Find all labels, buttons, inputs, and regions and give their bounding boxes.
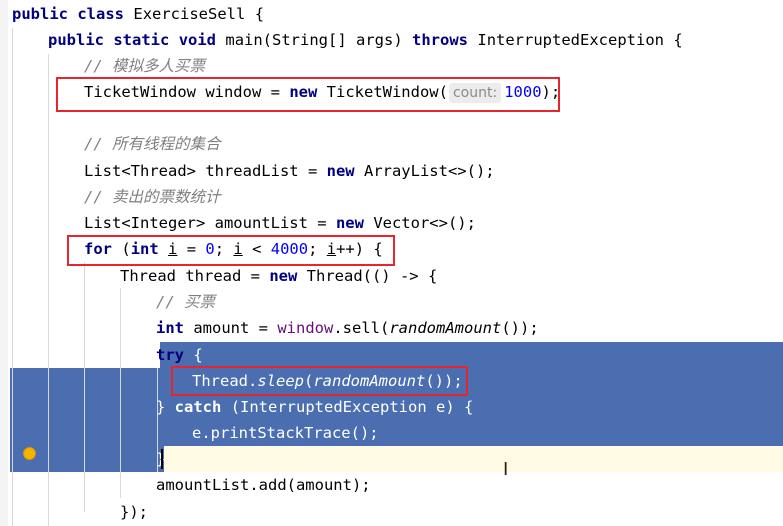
code-line[interactable]: }); — [120, 499, 148, 525]
code-comment: // 卖出的票数统计 — [84, 188, 221, 206]
code-text: }); — [120, 503, 148, 521]
keyword: catch — [174, 398, 222, 416]
indent-guide — [120, 288, 121, 498]
keyword: new — [335, 214, 364, 232]
keyword: public — [48, 31, 104, 49]
code-text: ArrayList<>(); — [363, 162, 495, 180]
keyword: int — [156, 319, 184, 337]
code-text: Thread thread = — [120, 267, 270, 285]
code-line[interactable]: int amount = window.sell(randomAmount())… — [156, 315, 539, 341]
keyword: try — [156, 346, 184, 364]
code-line[interactable]: } catch (InterruptedException e) { — [156, 394, 473, 420]
code-line[interactable]: public class ExerciseSell { — [12, 1, 264, 27]
selection-block-partial — [160, 342, 783, 368]
code-line[interactable]: // 卖出的票数统计 — [84, 184, 221, 210]
text-cursor-icon: I — [503, 459, 509, 480]
code-line[interactable]: public static void main(String[] args) t… — [48, 27, 683, 53]
field-reference: window — [277, 319, 334, 337]
code-text: main(String[] args) — [225, 31, 403, 49]
code-text: Vector<>(); — [373, 214, 476, 232]
code-text: e.printStackTrace(); — [192, 424, 379, 442]
code-comment: // 买票 — [156, 293, 215, 311]
indent-guide — [84, 262, 85, 512]
indent-guide — [48, 54, 49, 526]
keyword: public — [12, 5, 68, 23]
code-text: { — [193, 346, 203, 364]
code-line[interactable]: List<Thread> threadList = new ArrayList<… — [84, 158, 495, 184]
keyword: new — [269, 267, 298, 285]
code-text: List<Integer> amountList = — [84, 214, 336, 232]
code-comment: // 模拟多人买票 — [84, 57, 205, 75]
breakpoint-icon[interactable] — [23, 447, 36, 460]
keyword: class — [77, 5, 125, 23]
highlight-box — [67, 235, 395, 266]
code-line[interactable]: // 买票 — [156, 289, 215, 315]
highlight-box — [171, 366, 468, 396]
code-line[interactable]: Thread thread = new Thread(() -> { — [120, 263, 437, 289]
code-line[interactable]: try { — [156, 342, 203, 368]
code-text: .sell( — [333, 319, 390, 337]
code-text: List<Thread> threadList = — [84, 162, 327, 180]
code-line[interactable]: amountList.add(amount); — [156, 472, 371, 498]
keyword: void — [178, 31, 217, 49]
code-text: ()); — [501, 319, 539, 337]
keyword: throws — [412, 31, 469, 49]
code-text: (InterruptedException e) { — [230, 398, 474, 416]
text-caret — [161, 449, 163, 469]
code-text: InterruptedException { — [477, 31, 683, 49]
current-line-highlight — [164, 446, 783, 472]
highlight-box — [56, 77, 560, 112]
code-line[interactable]: // 所有线程的集合 — [84, 131, 221, 157]
keyword: static — [113, 31, 170, 49]
editor-gutter[interactable] — [0, 0, 8, 526]
method-call: randomAmount — [389, 319, 502, 337]
class-name: ExerciseSell — [133, 5, 246, 23]
code-text: amount = — [193, 319, 278, 337]
code-line[interactable]: e.printStackTrace(); — [192, 420, 379, 446]
keyword: new — [326, 162, 355, 180]
indent-guide — [12, 28, 13, 526]
code-text: { — [254, 5, 265, 23]
code-text: } — [156, 398, 175, 416]
code-comment: // 所有线程的集合 — [84, 135, 221, 153]
code-text: Thread(() -> { — [306, 267, 438, 285]
code-line[interactable]: // 模拟多人买票 — [84, 53, 205, 79]
code-text: amountList.add(amount); — [156, 476, 371, 494]
code-line[interactable]: List<Integer> amountList = new Vector<>(… — [84, 210, 476, 236]
